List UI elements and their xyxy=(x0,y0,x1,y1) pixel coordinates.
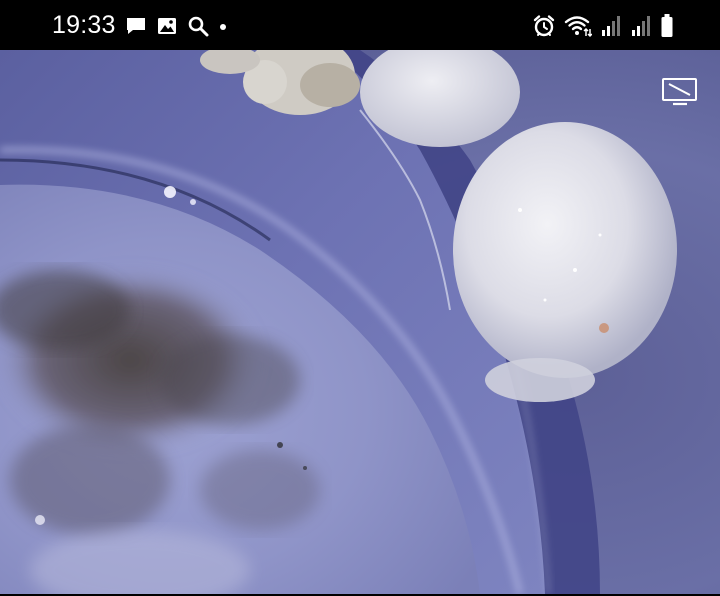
camera-feed-image xyxy=(0,50,720,594)
camera-view xyxy=(0,50,720,594)
cast-icon xyxy=(660,76,700,108)
message-icon xyxy=(125,15,147,37)
battery-icon xyxy=(660,13,674,39)
alarm-icon xyxy=(532,14,556,38)
wifi-icon xyxy=(564,14,592,38)
dot-icon xyxy=(218,15,228,37)
system-icons xyxy=(532,12,674,40)
notification-icons xyxy=(125,13,228,39)
status-bar: 19:33 xyxy=(0,0,720,50)
search-icon xyxy=(187,15,209,37)
status-time: 19:33 xyxy=(52,11,116,39)
signal-icon xyxy=(600,14,622,38)
cast-button[interactable] xyxy=(660,76,700,108)
image-icon xyxy=(156,15,178,37)
signal-icon xyxy=(630,14,652,38)
